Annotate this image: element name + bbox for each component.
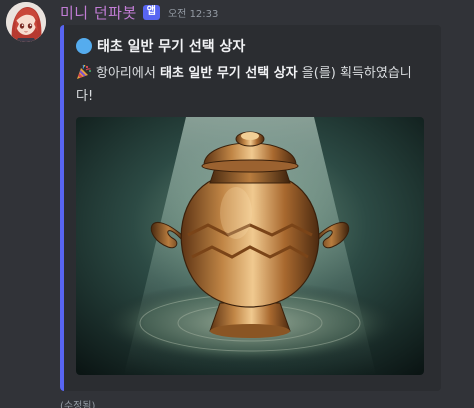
app-badge: 앱: [142, 4, 160, 20]
description-prefix: 항아리에서: [96, 66, 160, 81]
embed-title: 태초 일반 무기 선택 상자: [76, 36, 245, 56]
message-header: 미니 던파봇 앱 오전 12:33: [60, 2, 218, 22]
party-popper-icon: [76, 64, 92, 87]
embed-card: 태초 일반 무기 선택 상자 항아리에서 태초 일반 무기 선택 상자 을(를)…: [60, 25, 441, 391]
anime-girl-avatar-icon[interactable]: [6, 2, 46, 42]
username[interactable]: 미니 던파봇: [60, 2, 137, 23]
embed-accent-bar: [60, 25, 64, 391]
edited-label: (수정됨): [60, 401, 96, 408]
embed-title-text: 태초 일반 무기 선택 상자: [97, 39, 246, 55]
blue-circle-icon: [76, 38, 92, 54]
golden-pot-image[interactable]: [76, 117, 424, 375]
embed-description: 항아리에서 태초 일반 무기 선택 상자 을(를) 획득하였습니다!: [76, 64, 426, 107]
description-item-name: 태초 일반 무기 선택 상자: [159, 66, 298, 81]
bot-message: 미니 던파봇 앱 오전 12:33 태초 일반 무기 선택 상자 항아리에서 태…: [0, 0, 474, 408]
timestamp[interactable]: 오전 12:33: [168, 5, 218, 20]
